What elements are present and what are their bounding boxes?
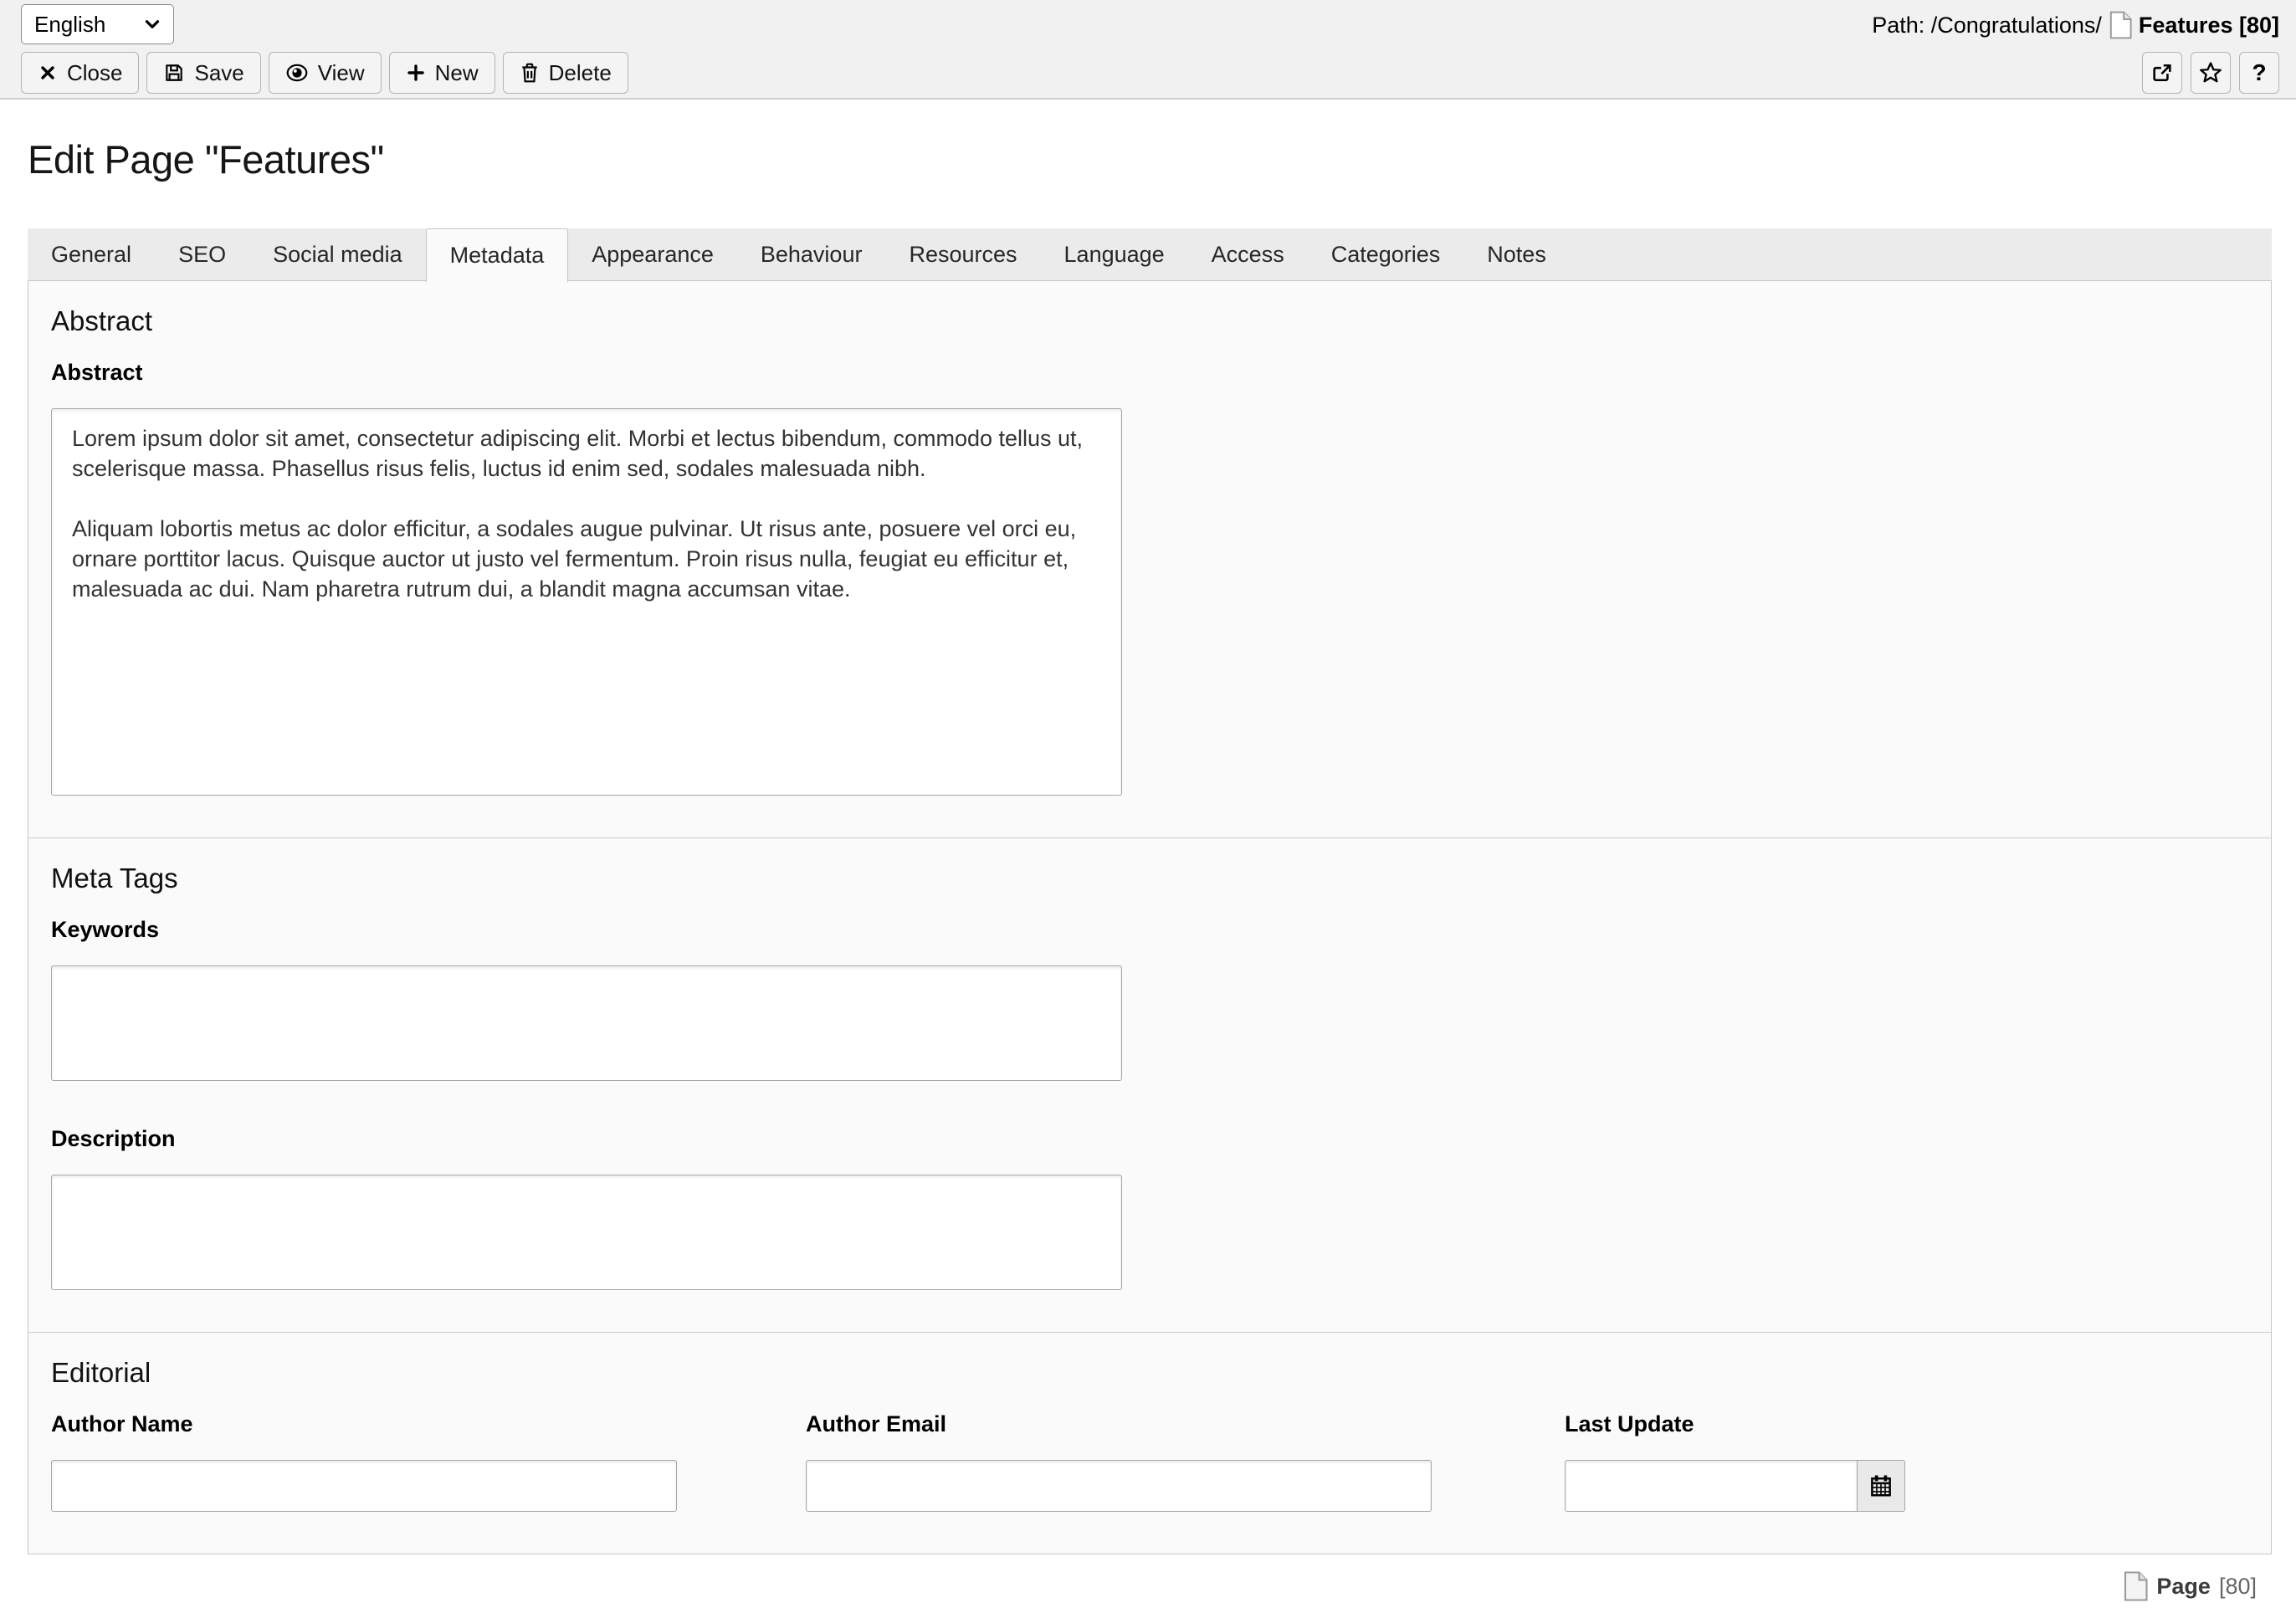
author-name-field: Author Name xyxy=(51,1410,677,1512)
record-type-label: Page xyxy=(2156,1573,2211,1599)
tab-access[interactable]: Access xyxy=(1188,228,1308,280)
record-path: Path: /Congratulations/ Features [80] xyxy=(1872,11,2279,39)
header-icon-buttons: ? xyxy=(2142,52,2279,94)
section-editorial: Editorial Author Name Author Email Last … xyxy=(28,1332,2271,1554)
external-link-icon xyxy=(2150,61,2174,84)
view-icon xyxy=(285,62,309,84)
record-title: Features [80] xyxy=(2138,12,2279,38)
description-textarea[interactable] xyxy=(51,1175,1122,1290)
bookmark-button[interactable] xyxy=(2191,52,2231,94)
path-label: Path: /Congratulations/ xyxy=(1872,12,2102,38)
section-meta-tags-heading: Meta Tags xyxy=(51,863,178,894)
abstract-field: Abstract Lorem ipsum dolor sit amet, con… xyxy=(51,358,2248,796)
editorial-fields-row: Author Name Author Email Last Update xyxy=(51,1410,2248,1512)
save-icon xyxy=(163,62,185,84)
delete-button[interactable]: Delete xyxy=(502,52,628,94)
last-update-label: Last Update xyxy=(1565,1411,1694,1436)
tab-metadata[interactable]: Metadata xyxy=(425,228,569,282)
new-icon xyxy=(406,63,426,83)
abstract-label: Abstract xyxy=(51,360,143,385)
language-select[interactable]: English xyxy=(21,4,174,44)
question-icon: ? xyxy=(2252,59,2267,85)
new-button-label: New xyxy=(434,59,479,85)
top-toolbar: English Close Save View New Delete Path:… xyxy=(0,0,2296,100)
abstract-textarea[interactable]: Lorem ipsum dolor sit amet, consectetur … xyxy=(51,408,1122,796)
new-button[interactable]: New xyxy=(388,52,495,94)
description-label: Description xyxy=(51,1126,176,1151)
section-editorial-heading: Editorial xyxy=(51,1357,151,1388)
close-icon xyxy=(38,63,58,83)
description-field: Description xyxy=(51,1124,2248,1290)
language-select-value: English xyxy=(34,11,106,37)
tab-bar: General SEO Social media Metadata Appear… xyxy=(28,228,2272,282)
date-picker-button[interactable] xyxy=(1858,1460,1905,1512)
tab-notes[interactable]: Notes xyxy=(1463,228,1570,280)
author-email-input[interactable] xyxy=(806,1460,1432,1512)
section-meta-tags: Meta Tags Keywords Description xyxy=(28,837,2271,1332)
close-button-label: Close xyxy=(67,59,123,85)
star-icon xyxy=(2198,60,2223,85)
calendar-icon xyxy=(1868,1473,1894,1498)
tab-seo[interactable]: SEO xyxy=(155,228,249,280)
close-button[interactable]: Close xyxy=(21,52,140,94)
section-abstract-heading: Abstract xyxy=(51,305,153,336)
author-email-field: Author Email xyxy=(806,1410,1432,1512)
keywords-label: Keywords xyxy=(51,917,160,942)
view-button-label: View xyxy=(317,59,365,85)
last-update-input-group xyxy=(1565,1460,1905,1512)
page-icon xyxy=(2109,11,2132,39)
help-button[interactable]: ? xyxy=(2239,52,2279,94)
author-email-label: Author Email xyxy=(806,1411,947,1436)
tab-behaviour[interactable]: Behaviour xyxy=(737,228,886,280)
open-in-frontend-button[interactable] xyxy=(2142,52,2182,94)
page-icon xyxy=(2123,1571,2148,1601)
last-update-input[interactable] xyxy=(1565,1460,1858,1512)
page-title: Edit Page "Features" xyxy=(28,137,384,182)
keywords-field: Keywords xyxy=(51,915,2248,1081)
delete-button-label: Delete xyxy=(548,59,612,85)
record-uid: [80] xyxy=(2218,1573,2257,1599)
chevron-down-icon xyxy=(141,13,163,35)
last-update-field: Last Update xyxy=(1565,1410,1905,1512)
keywords-textarea[interactable] xyxy=(51,965,1122,1081)
view-button[interactable]: View xyxy=(268,52,382,94)
save-button[interactable]: Save xyxy=(146,52,261,94)
tab-categories[interactable]: Categories xyxy=(1308,228,1464,280)
author-name-input[interactable] xyxy=(51,1460,677,1512)
tab-general[interactable]: General xyxy=(28,228,155,280)
metadata-tab-panel: Abstract Abstract Lorem ipsum dolor sit … xyxy=(28,280,2272,1554)
section-abstract: Abstract Abstract Lorem ipsum dolor sit … xyxy=(28,281,2271,837)
tab-resources[interactable]: Resources xyxy=(885,228,1040,280)
doc-toolbar-buttons: Close Save View New Delete xyxy=(21,52,628,94)
delete-icon xyxy=(520,62,540,84)
tab-social-media[interactable]: Social media xyxy=(249,228,426,280)
tab-appearance[interactable]: Appearance xyxy=(568,228,737,280)
save-button-label: Save xyxy=(194,59,244,85)
author-name-label: Author Name xyxy=(51,1411,193,1436)
record-footer: Page [80] xyxy=(0,1571,2257,1601)
tab-language[interactable]: Language xyxy=(1041,228,1188,280)
